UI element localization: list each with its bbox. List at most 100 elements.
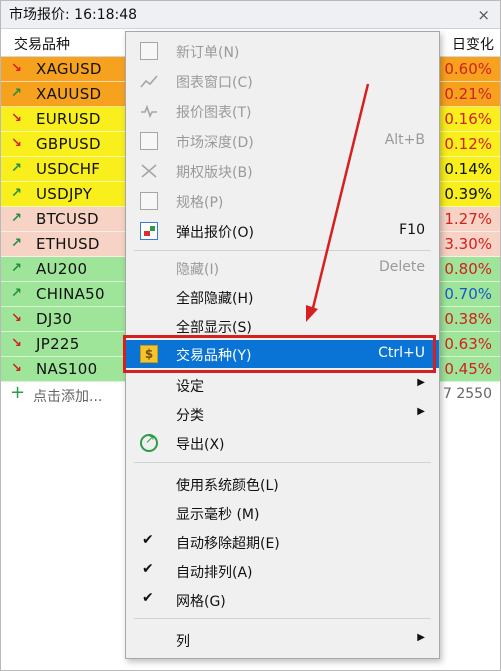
- menu-item-auto-arrange[interactable]: ✔ 自动排列(A): [126, 557, 439, 585]
- options-icon: [140, 162, 158, 180]
- daily-change: 0.12%: [444, 135, 492, 153]
- arrow-down-icon: ↘: [11, 111, 22, 126]
- daily-change: 0.80%: [444, 260, 492, 278]
- symbol-name: USDJPY: [36, 185, 93, 203]
- menu-shortcut: Delete: [379, 259, 425, 275]
- daily-change: 0.45%: [444, 360, 492, 378]
- menu-divider: [134, 250, 431, 251]
- menu-divider: [134, 462, 431, 463]
- menu-shortcut: F10: [399, 222, 425, 238]
- menu-item-chart-window[interactable]: 图表窗口(C): [126, 67, 439, 95]
- menu-label: 市场深度(D): [176, 135, 254, 151]
- menu-label: 交易品种(Y): [176, 348, 252, 364]
- symbol-name: JP225: [36, 335, 80, 353]
- arrow-up-icon: ↗: [11, 211, 22, 226]
- arrow-down-icon: ↘: [11, 311, 22, 326]
- menu-item-system-colors[interactable]: 使用系统颜色(L): [126, 470, 439, 498]
- menu-item-sets[interactable]: 设定 ▶: [126, 371, 439, 399]
- plus-icon: +: [10, 382, 26, 403]
- change-column-header[interactable]: 日变化: [452, 34, 494, 54]
- symbol-name: BTCUSD: [36, 210, 99, 228]
- symbol-name: XAGUSD: [36, 60, 102, 78]
- menu-divider: [134, 618, 431, 619]
- add-symbol-label: 点击添加...: [33, 389, 103, 405]
- submenu-arrow-icon: ▶: [417, 406, 425, 417]
- daily-change: 0.38%: [444, 310, 492, 328]
- menu-item-sort[interactable]: 分类 ▶: [126, 400, 439, 428]
- check-icon: ✔: [142, 590, 154, 606]
- menu-label: 分类: [176, 408, 204, 424]
- menu-label: 自动排列(A): [176, 565, 253, 581]
- menu-item-columns[interactable]: 列 ▶: [126, 626, 439, 654]
- menu-item-new-order[interactable]: 新订单(N): [126, 37, 439, 65]
- symbol-name: AU200: [36, 260, 88, 278]
- arrow-up-icon: ↗: [11, 161, 22, 176]
- arrow-down-icon: ↘: [11, 336, 22, 351]
- menu-label: 新订单(N): [176, 45, 240, 61]
- menu-item-hide[interactable]: 隐藏(I) Delete: [126, 254, 439, 282]
- menu-item-show-all[interactable]: 全部显示(S): [126, 312, 439, 340]
- menu-shortcut: Ctrl+U: [378, 345, 425, 361]
- menu-label: 隐藏(I): [176, 262, 220, 278]
- arrow-down-icon: ↘: [11, 136, 22, 151]
- daily-change: 0.60%: [444, 60, 492, 78]
- menu-item-hide-all[interactable]: 全部隐藏(H): [126, 283, 439, 311]
- symbol-name: CHINA50: [36, 285, 105, 303]
- symbol-name: ETHUSD: [36, 235, 100, 253]
- new-order-icon: [140, 42, 158, 60]
- symbol-name: EURUSD: [36, 110, 101, 128]
- close-icon[interactable]: ×: [477, 1, 490, 29]
- menu-item-symbols[interactable]: $ 交易品种(Y) Ctrl+U: [126, 340, 439, 368]
- daily-change: 0.21%: [444, 85, 492, 103]
- menu-label: 显示毫秒 (M): [176, 507, 260, 523]
- chart-icon: [140, 72, 158, 90]
- daily-change: 3.30%: [444, 235, 492, 253]
- menu-label: 列: [176, 634, 190, 650]
- symbol-count: 7 2550: [443, 386, 492, 402]
- menu-label: 网格(G): [176, 594, 226, 610]
- symbol-name: XAUUSD: [36, 85, 102, 103]
- arrow-up-icon: ↗: [11, 286, 22, 301]
- daily-change: 0.63%: [444, 335, 492, 353]
- menu-label: 全部显示(S): [176, 320, 252, 336]
- menu-item-auto-remove[interactable]: ✔ 自动移除超期(E): [126, 528, 439, 556]
- symbol-name: NAS100: [36, 360, 98, 378]
- spec-icon: [140, 192, 158, 210]
- arrow-up-icon: ↗: [11, 236, 22, 251]
- menu-label: 图表窗口(C): [176, 75, 253, 91]
- tick-chart-icon: [140, 102, 158, 120]
- menu-label: 期权版块(B): [176, 165, 253, 181]
- menu-item-popup-prices[interactable]: 弹出报价(O) F10: [126, 217, 439, 245]
- export-icon: [140, 432, 158, 452]
- symbol-name: USDCHF: [36, 160, 101, 178]
- arrow-up-icon: ↗: [11, 86, 22, 101]
- menu-label: 全部隐藏(H): [176, 291, 254, 307]
- menu-shortcut: Alt+B: [384, 132, 425, 148]
- window-title: 市场报价: 16:18:48: [9, 7, 138, 23]
- menu-label: 规格(P): [176, 195, 224, 211]
- arrow-down-icon: ↘: [11, 61, 22, 76]
- submenu-arrow-icon: ▶: [417, 377, 425, 388]
- menu-item-specification[interactable]: 规格(P): [126, 187, 439, 215]
- menu-label: 自动移除超期(E): [176, 536, 280, 552]
- menu-item-tick-chart[interactable]: 报价图表(T): [126, 97, 439, 125]
- menu-item-market-depth[interactable]: 市场深度(D) Alt+B: [126, 127, 439, 155]
- symbol-column-header[interactable]: 交易品种: [14, 34, 70, 54]
- menu-label: 设定: [176, 379, 204, 395]
- menu-label: 使用系统颜色(L): [176, 478, 279, 494]
- daily-change: 0.14%: [444, 160, 492, 178]
- menu-label: 导出(X): [176, 437, 225, 453]
- menu-item-export[interactable]: 导出(X): [126, 429, 439, 457]
- daily-change: 0.16%: [444, 110, 492, 128]
- arrow-up-icon: ↗: [11, 261, 22, 276]
- menu-item-options-board[interactable]: 期权版块(B): [126, 157, 439, 185]
- context-menu: 新订单(N) 图表窗口(C) 报价图表(T) 市场深度(D) Alt+B 期权版…: [125, 31, 440, 659]
- menu-label: 报价图表(T): [176, 105, 252, 121]
- daily-change: 0.39%: [444, 185, 492, 203]
- daily-change: 1.27%: [444, 210, 492, 228]
- menu-item-grid[interactable]: ✔ 网格(G): [126, 586, 439, 614]
- check-icon: ✔: [142, 561, 154, 577]
- menu-item-show-milliseconds[interactable]: 显示毫秒 (M): [126, 499, 439, 527]
- arrow-up-icon: ↗: [11, 186, 22, 201]
- daily-change: 0.70%: [444, 285, 492, 303]
